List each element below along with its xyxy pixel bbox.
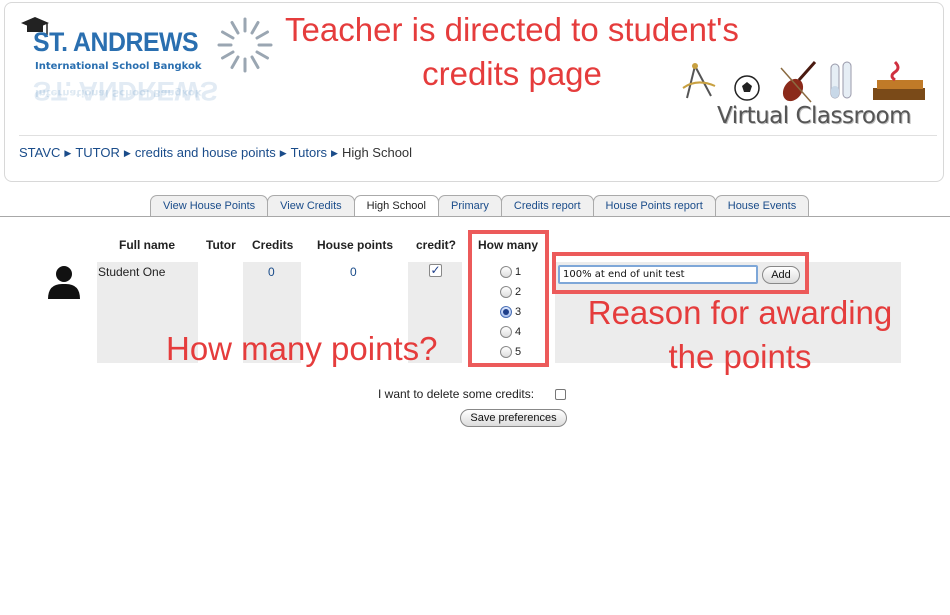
credit-checkbox[interactable]: ✓ [429, 264, 442, 277]
tab-divider [0, 216, 950, 217]
breadcrumb-link-stavc[interactable]: STAVC [19, 145, 60, 160]
logo-sub-reflection: International School Bangkok [35, 87, 202, 98]
tab-house-events[interactable]: House Events [714, 195, 810, 217]
tab-credits-report[interactable]: Credits report [500, 195, 594, 217]
student-name[interactable]: Student One [98, 265, 165, 279]
user-avatar-icon [48, 266, 80, 299]
tab-high-school[interactable]: High School [353, 195, 439, 217]
annotation-title-line2: credits page [422, 55, 602, 92]
column-header-full-name: Full name [119, 238, 176, 252]
annotation-reason-line1: Reason for awarding [587, 294, 893, 331]
violin-icon [780, 61, 817, 103]
breadcrumb-separator-icon: ▶ [279, 148, 287, 158]
breadcrumb-link-tutors[interactable]: Tutors [291, 145, 327, 160]
annotation-title-line1: Teacher is directed to student's [285, 11, 739, 48]
annotation-box-how-many [468, 230, 549, 367]
delete-credits-label: I want to delete some credits: [378, 387, 535, 401]
breadcrumb-current: High School [341, 145, 413, 160]
column-header-credit: credit? [416, 238, 457, 252]
breadcrumb-separator-icon: ▶ [123, 148, 131, 158]
column-header-credits: Credits [252, 238, 294, 252]
breadcrumb-link-credits-house-points[interactable]: credits and house points [135, 145, 276, 160]
tab-view-house-points[interactable]: View House Points [150, 195, 269, 217]
test-tubes-icon [830, 61, 852, 99]
delete-credits-checkbox[interactable] [555, 389, 566, 400]
school-logo[interactable]: ST. ANDREWS International School Bangkok… [19, 13, 219, 123]
save-preferences-button[interactable]: Save preferences [460, 409, 567, 427]
logo-sub-text: International School Bangkok [35, 61, 202, 72]
tab-bar: View House Points View Credits High Scho… [150, 195, 810, 217]
tab-primary[interactable]: Primary [438, 195, 502, 217]
breadcrumb-link-tutor[interactable]: TUTOR [75, 145, 120, 160]
virtual-classroom-brand: Virtual Classroom [717, 103, 911, 129]
credits-value[interactable]: 0 [268, 265, 275, 279]
house-points-value[interactable]: 0 [350, 265, 357, 279]
books-icon [873, 60, 925, 100]
logo-main-text: ST. ANDREWS [33, 27, 199, 57]
header-divider [19, 135, 937, 136]
annotation-reason: Reason for awarding the points [570, 291, 910, 379]
breadcrumb: STAVC ▶ TUTOR ▶ credits and house points ▶ Tut… [19, 145, 412, 160]
column-header-tutor: Tutor [206, 238, 236, 252]
annotation-reason-line2: the points [668, 338, 812, 375]
tab-house-points-report[interactable]: House Points report [592, 195, 716, 217]
annotation-title: Teacher is directed to student's credits… [262, 8, 762, 96]
breadcrumb-separator-icon: ▶ [64, 148, 72, 158]
column-header-house-points: House points [317, 238, 394, 252]
annotation-how-many: How many points? [166, 330, 438, 367]
breadcrumb-separator-icon: ▶ [331, 148, 338, 158]
tab-view-credits[interactable]: View Credits [267, 195, 355, 217]
annotation-box-reason [552, 252, 809, 294]
